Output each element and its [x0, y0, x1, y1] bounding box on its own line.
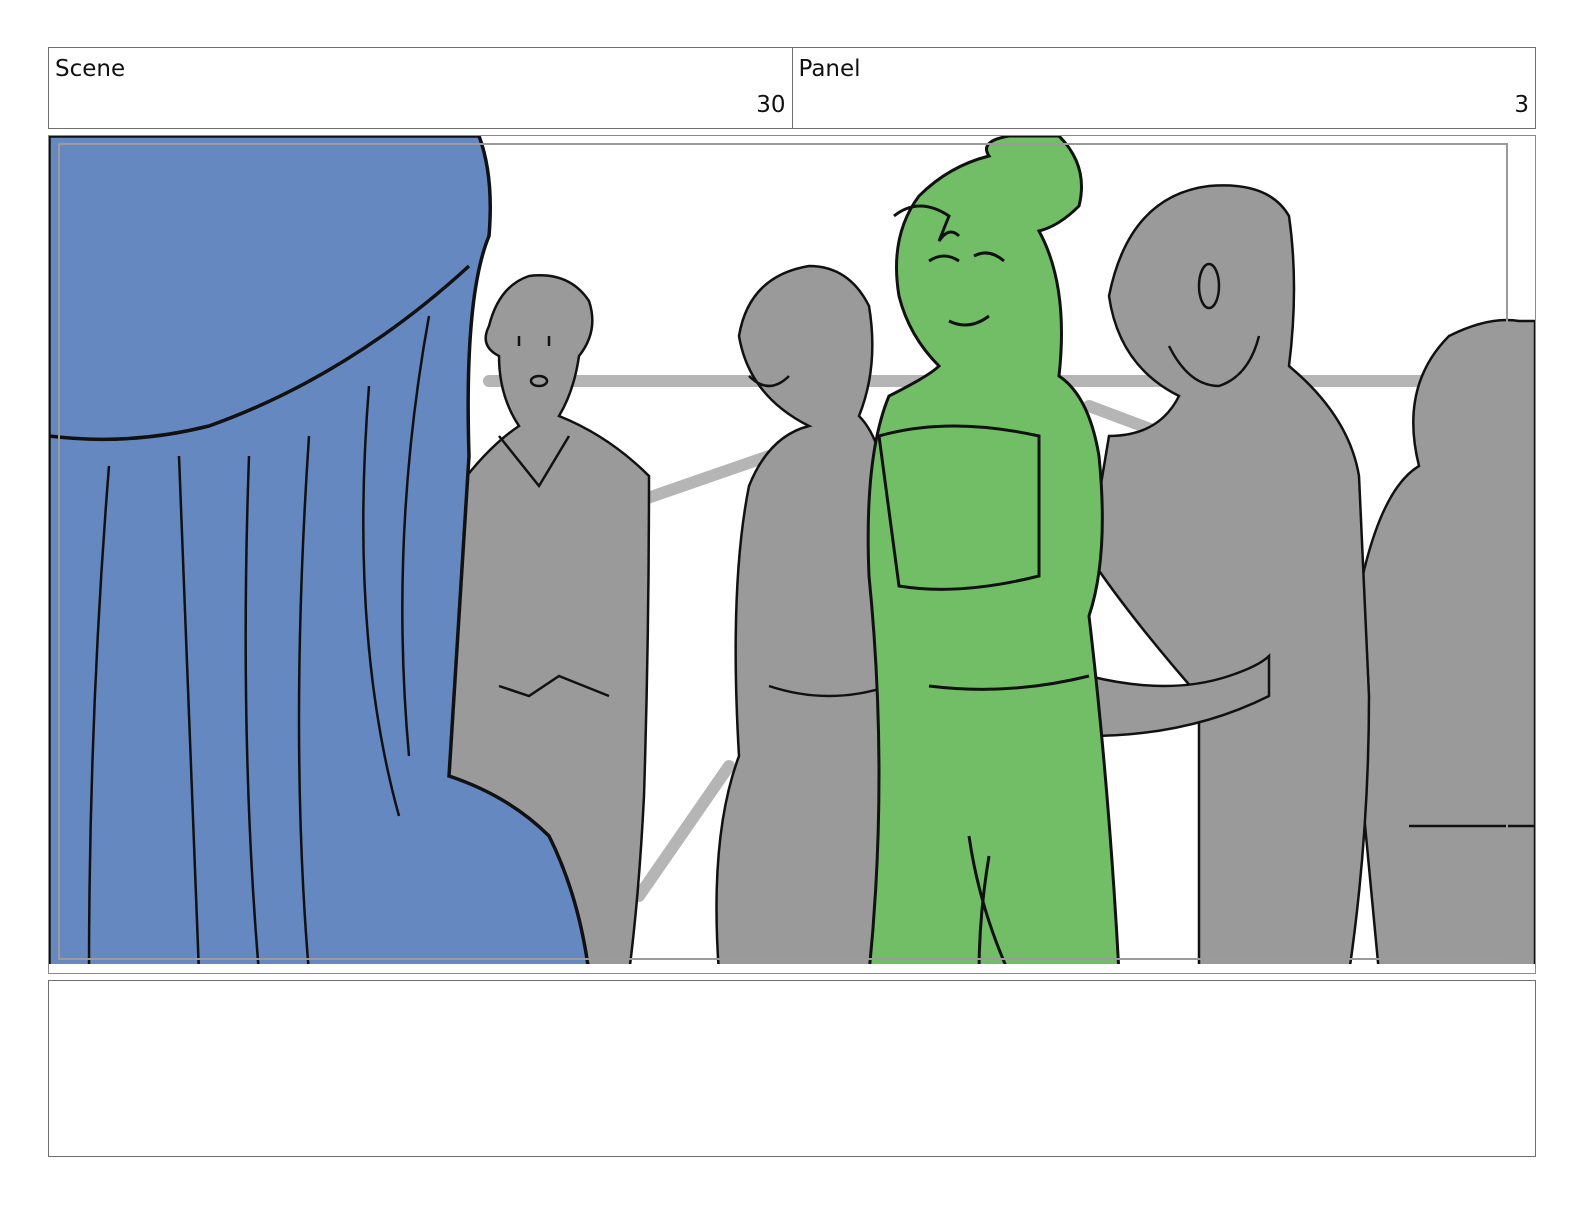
scene-label: Scene — [55, 56, 126, 82]
crowd-figure-man-right — [1087, 184, 1371, 973]
notes-box — [48, 980, 1536, 1157]
storyboard-frame — [48, 135, 1536, 974]
storyboard-sketch — [49, 136, 1535, 973]
panel-number: 3 — [1514, 92, 1529, 118]
crowd-figure-girl — [715, 264, 896, 973]
focus-figure-green — [866, 136, 1121, 973]
scene-number: 30 — [756, 92, 786, 118]
panel-header: Scene 30 Panel 3 — [48, 47, 1536, 129]
scene-cell: Scene 30 — [49, 48, 792, 128]
panel-cell: Panel 3 — [791, 48, 1536, 128]
panel-label: Panel — [798, 56, 861, 82]
